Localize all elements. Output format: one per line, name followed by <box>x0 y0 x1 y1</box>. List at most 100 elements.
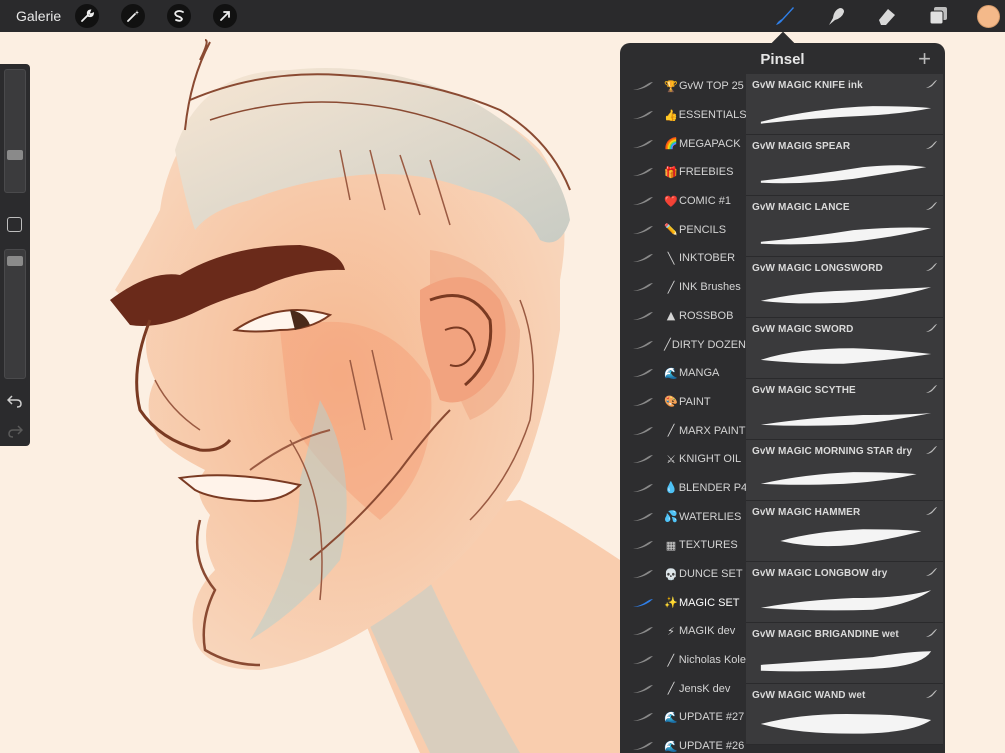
feather-icon <box>633 139 653 148</box>
brush-set-label: UPDATE #27 <box>679 711 745 724</box>
brush-set-item[interactable]: 🌊 UPDATE #26 <box>620 732 746 753</box>
brush-set-item[interactable]: 💦 WATERLIES <box>620 502 746 531</box>
brush-item[interactable]: GvW MAGIC MORNING STAR dry <box>746 440 943 501</box>
brush-set-emoji: 💦 <box>664 510 678 524</box>
brush-set-label: COMIC #1 <box>679 195 731 208</box>
opacity-handle[interactable] <box>7 256 23 266</box>
brush-feather-icon <box>926 263 937 271</box>
adjustments-button[interactable] <box>121 4 146 28</box>
brush-set-item[interactable]: ✨ MAGIC SET <box>620 588 746 617</box>
brush-set-label: MAGIC SET <box>679 596 740 609</box>
brush-set-item[interactable]: ⚡ MAGIK dev <box>620 617 746 646</box>
brush-set-label: TEXTURES <box>679 539 738 552</box>
brush-name: GvW MAGIC LONGSWORD <box>752 263 883 274</box>
brush-set-item[interactable]: 🌊 UPDATE #27 <box>620 703 746 732</box>
gallery-button[interactable]: Galerie <box>16 8 61 24</box>
brush-set-item[interactable]: 🎨 PAINT <box>620 388 746 417</box>
eraser-icon <box>879 9 895 25</box>
brush-set-emoji: ╱ <box>667 653 675 667</box>
brush-set-emoji: ╱ <box>667 424 675 438</box>
brush-name: GvW MAGIC KNIFE ink <box>752 80 863 91</box>
brush-set-item[interactable]: ╱ Nicholas Kole <box>620 646 746 675</box>
brush-set-item[interactable]: ▦ TEXTURES <box>620 531 746 560</box>
brush-set-item[interactable]: ╲ INKTOBER <box>620 244 746 273</box>
color-picker-button[interactable] <box>977 4 1000 28</box>
brush-set-label: GvW TOP 25 <box>679 80 744 93</box>
brush-item[interactable]: GvW MAGIC HAMMER <box>746 501 943 562</box>
smudge-icon <box>829 8 844 25</box>
brush-feather-icon <box>926 690 937 698</box>
brush-size-handle[interactable] <box>7 150 23 160</box>
brush-stroke-preview <box>760 106 932 124</box>
brush-set-item[interactable]: ✏️ PENCILS <box>620 215 746 244</box>
opacity-slider[interactable] <box>4 249 26 379</box>
feather-icon <box>633 742 653 751</box>
feather-icon <box>633 713 653 722</box>
brush-set-emoji: ╲ <box>667 251 675 265</box>
eraser-tool-button[interactable] <box>875 4 899 28</box>
brush-stroke-preview <box>760 651 932 672</box>
modify-button[interactable] <box>7 217 22 232</box>
brush-item[interactable]: GvW MAGIC WAND wet <box>746 684 943 745</box>
brush-set-emoji: 💀 <box>664 567 678 581</box>
brush-set-emoji: 🌊 <box>664 366 678 380</box>
brush-set-item[interactable]: ╱ INK Brushes <box>620 273 746 302</box>
feather-icon <box>633 197 653 206</box>
brush-set-item[interactable]: 🏆 GvW TOP 25 <box>620 72 746 101</box>
brush-item[interactable]: GvW MAGIC SWORD <box>746 318 943 379</box>
brush-stroke-preview <box>760 713 932 734</box>
brush-item[interactable]: GvW MAGIC LANCE <box>746 196 943 257</box>
brush-set-item[interactable]: 💧 BLENDER P4 <box>620 474 748 503</box>
brush-item[interactable]: GvW MAGIC KNIFE ink <box>746 74 943 135</box>
add-brush-set-button[interactable]: + <box>918 48 931 70</box>
brush-set-emoji: ▦ <box>665 538 677 552</box>
brush-name: GvW MAGIC MORNING STAR dry <box>752 446 913 457</box>
brush-set-item[interactable]: ⚔ KNIGHT OIL <box>620 445 746 474</box>
brush-set-item[interactable]: ❤️ COMIC #1 <box>620 187 746 216</box>
selection-button[interactable] <box>167 4 192 28</box>
brush-set-item[interactable]: ╱ MARX PAINT <box>620 416 746 445</box>
brush-set-item[interactable]: ▲ ROSSBOB <box>620 302 746 331</box>
brush-item[interactable]: GvW MAGIC SCYTHE <box>746 379 943 440</box>
brush-set-item[interactable]: 🌈 MEGAPACK <box>620 129 746 158</box>
brush-set-emoji: ❤️ <box>664 194 678 208</box>
feather-icon <box>633 627 653 636</box>
brush-set-emoji: 🌊 <box>664 739 678 753</box>
brush-set-item[interactable]: ╱ JensK dev <box>620 674 746 703</box>
magic-wand-icon <box>127 10 140 22</box>
brush-item[interactable]: GvW MAGIG SPEAR <box>746 135 943 196</box>
transform-button[interactable] <box>213 4 238 28</box>
brush-name: GvW MAGIG SPEAR <box>752 141 851 152</box>
brush-name: GvW MAGIC BRIGANDINE wet <box>752 629 899 640</box>
brush-tool-button[interactable] <box>773 4 797 28</box>
feather-icon <box>633 311 653 320</box>
brush-name: GvW MAGIC WAND wet <box>752 690 866 701</box>
feather-icon <box>633 512 653 521</box>
brush-set-label: DIRTY DOZEN <box>671 338 746 351</box>
brush-name: GvW MAGIC LANCE <box>752 202 850 213</box>
feather-icon <box>633 340 653 349</box>
brush-size-slider[interactable] <box>4 69 26 193</box>
brush-set-item[interactable]: ╱ DIRTY DOZEN <box>620 330 746 359</box>
brush-set-label: BLENDER P4 <box>678 481 748 494</box>
brush-feather-icon <box>926 385 937 393</box>
brush-feather-icon <box>926 568 937 576</box>
brush-set-item[interactable]: 👍 ESSENTIALS <box>620 101 747 130</box>
brush-set-item[interactable]: 💀 DUNCE SET <box>620 560 746 589</box>
brush-item[interactable]: GvW MAGIC BRIGANDINE wet <box>746 623 943 684</box>
actions-button[interactable] <box>75 4 100 28</box>
brush-set-item[interactable]: 🎁 FREEBIES <box>620 158 746 187</box>
layers-button[interactable] <box>926 4 950 28</box>
brush-item[interactable]: GvW MAGIC LONGSWORD <box>746 257 943 318</box>
brush-name: GvW MAGIC HAMMER <box>752 507 861 518</box>
brush-item[interactable]: GvW MAGIC LONGBOW dry <box>746 562 943 623</box>
redo-icon[interactable] <box>7 424 23 438</box>
brush-feather-icon <box>926 629 937 637</box>
feather-icon <box>633 82 653 91</box>
brush-set-item[interactable]: 🌊 MANGA <box>620 359 746 388</box>
brush-stroke-preview <box>760 227 932 245</box>
feather-icon <box>633 455 653 464</box>
feather-icon <box>633 111 653 120</box>
undo-icon[interactable] <box>7 394 23 408</box>
smudge-tool-button[interactable] <box>824 4 848 28</box>
